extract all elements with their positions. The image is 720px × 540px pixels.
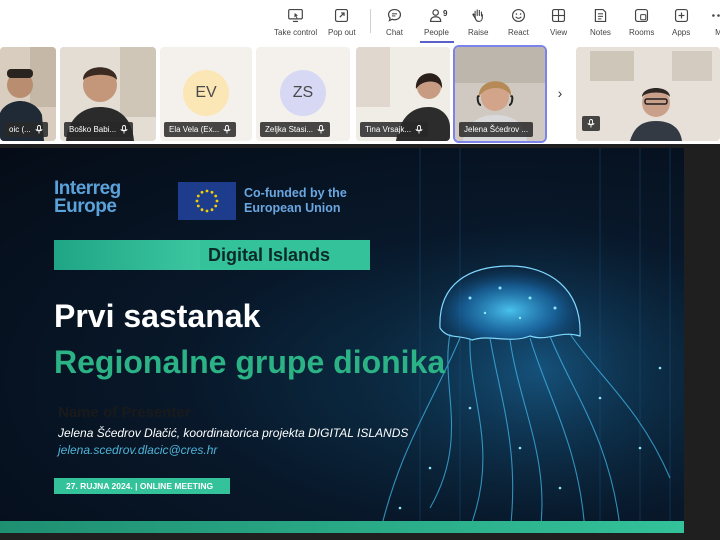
participant-name: oic (... — [9, 125, 31, 134]
take-control-button[interactable]: Take control — [274, 4, 317, 42]
cofunded-text: Co-funded by the European Union — [244, 186, 347, 215]
participant-tile[interactable]: ZS Zeljka Stasi... — [256, 47, 350, 141]
notes-label: Notes — [590, 28, 611, 37]
participant-name: Tina Vrsajk... — [365, 125, 412, 134]
participant-name-tag: oic (... — [4, 122, 48, 137]
participant-name-tag: Zeljka Stasi... — [260, 122, 331, 137]
participant-tile[interactable]: EV Ela Vela (Ex... — [160, 47, 252, 141]
raise-hand-icon — [472, 9, 483, 23]
participant-avatar: EV — [183, 70, 229, 116]
participant-name-tag: Tina Vrsajk... — [360, 122, 429, 137]
mic-icon — [223, 125, 231, 134]
view-button[interactable]: View — [550, 4, 567, 42]
raise-hand-button[interactable]: Raise — [468, 4, 488, 42]
notes-icon — [594, 8, 607, 23]
view-icon — [552, 8, 566, 23]
chat-icon — [387, 8, 402, 22]
slide-title: Prvi sastanak — [54, 298, 261, 334]
shared-presentation: Interreg Europe Co-funded by the Europea… — [0, 148, 684, 533]
more-label: M — [715, 28, 720, 37]
participant-name: Boško Babi... — [69, 125, 117, 134]
mic-icon — [317, 125, 325, 134]
participant-tile[interactable]: Boško Babi... — [60, 47, 156, 141]
participant-tile[interactable] — [576, 47, 720, 141]
stage-background — [684, 148, 720, 540]
participant-name-tag: Boško Babi... — [64, 122, 134, 137]
apps-label: Apps — [672, 28, 691, 37]
pop-out-icon — [335, 8, 349, 23]
people-active-indicator — [420, 41, 454, 43]
people-count-badge: 9 — [443, 9, 448, 18]
participant-avatar: ZS — [280, 70, 326, 116]
react-icon — [511, 8, 525, 23]
mic-icon — [415, 125, 423, 134]
notes-button[interactable]: Notes — [590, 4, 611, 42]
take-control-label: Take control — [274, 28, 318, 37]
apps-button[interactable]: Apps — [672, 4, 690, 42]
participant-name: Zeljka Stasi... — [265, 125, 314, 134]
take-control-icon — [288, 8, 303, 23]
rooms-label: Rooms — [629, 28, 655, 37]
mic-icon — [587, 119, 595, 128]
more-icon — [712, 14, 720, 17]
participant-name-tag: Ela Vela (Ex... — [164, 122, 237, 137]
chat-button[interactable]: Chat — [386, 4, 403, 42]
participant-name-tag: Jelena Šćedrov ... — [459, 122, 534, 137]
view-label: View — [550, 28, 568, 37]
participant-name: Jelena Šćedrov ... — [464, 125, 529, 134]
eu-flag-icon — [178, 182, 236, 220]
slide-subtitle: Regionalne grupe dionika — [54, 344, 446, 380]
chat-label: Chat — [386, 28, 403, 37]
raise-label: Raise — [468, 28, 489, 37]
toolbar-divider — [370, 9, 371, 33]
meeting-date-box: 27. RUJNA 2024. | ONLINE MEETING — [54, 478, 230, 494]
participants-strip: oic (... Boško Babi... EV Ela Vela (Ex..… — [0, 44, 720, 144]
participant-name-tag — [582, 116, 600, 131]
participant-tile[interactable]: oic (... — [0, 47, 56, 141]
pop-out-label: Pop out — [328, 28, 356, 37]
react-label: React — [508, 28, 529, 37]
slide-bottom-bar — [0, 521, 684, 533]
meeting-toolbar: Take control Pop out Chat People 9 Raise… — [0, 0, 720, 44]
participant-name: Ela Vela (Ex... — [169, 125, 220, 134]
participant-initials: ZS — [292, 84, 314, 101]
participant-tile-active[interactable]: Jelena Šćedrov ... — [453, 45, 547, 143]
react-button[interactable]: React — [508, 4, 529, 42]
pop-out-button[interactable]: Pop out — [328, 4, 356, 42]
digital-islands-banner: Digital Islands — [200, 240, 370, 270]
more-button[interactable]: M — [710, 4, 720, 42]
presenter-label: Name of Presenter — [58, 404, 191, 421]
apps-icon — [674, 8, 688, 23]
rooms-button[interactable]: Rooms — [629, 4, 654, 42]
mic-icon — [35, 125, 43, 134]
participant-tile[interactable]: Tina Vrsajk... — [356, 47, 450, 141]
chevron-right-icon[interactable]: › — [550, 82, 570, 104]
participant-initials: EV — [195, 84, 217, 101]
rooms-icon — [635, 8, 649, 23]
interreg-logo: Interreg Europe — [54, 178, 121, 217]
presenter-name: Jelena Šćedrov Dlačić, koordinatorica pr… — [58, 426, 409, 440]
mic-icon — [120, 125, 128, 134]
banner-accent — [54, 240, 200, 270]
presenter-email: jelena.scedrov.dlacic@cres.hr — [58, 443, 218, 457]
people-label: People — [424, 28, 449, 37]
